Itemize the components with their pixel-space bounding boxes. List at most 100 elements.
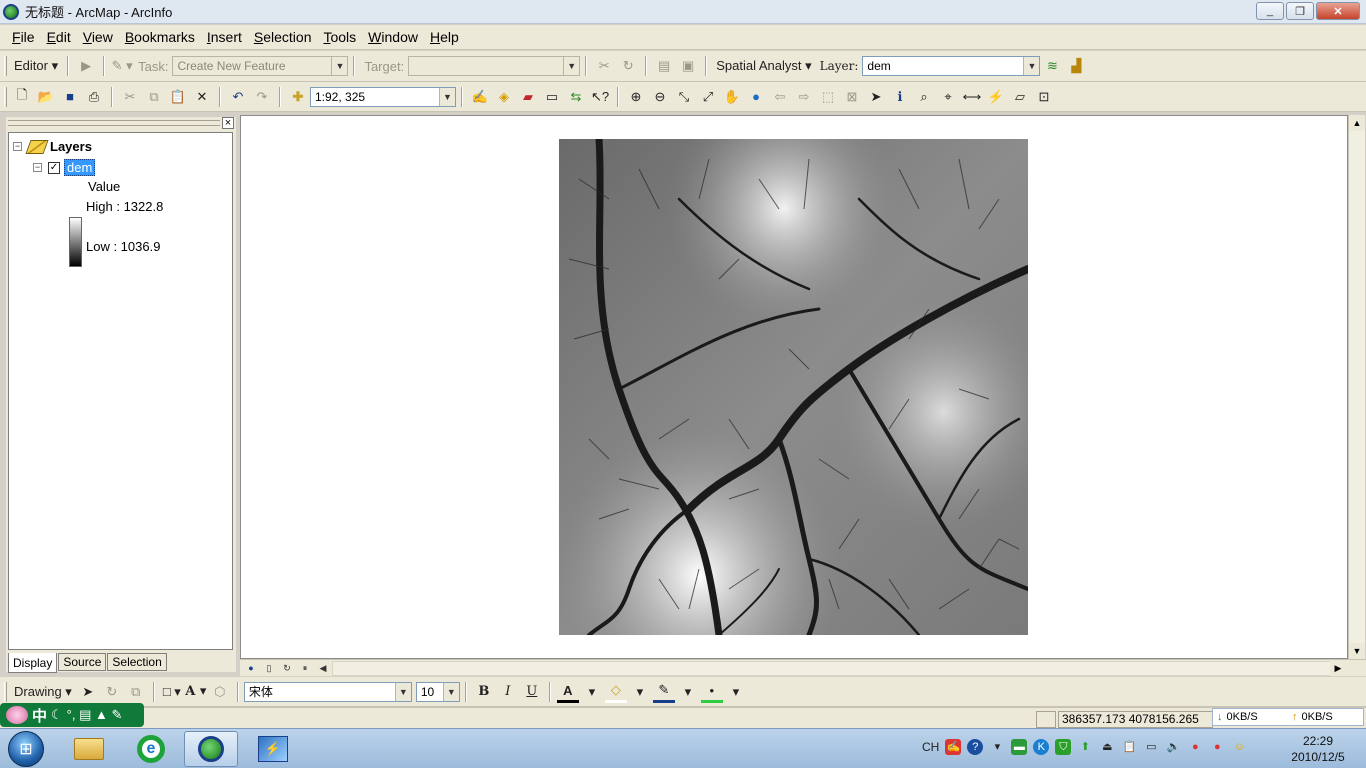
pause-drawing-icon[interactable]: ⏸ [298, 662, 312, 675]
save-icon[interactable]: ■ [59, 86, 81, 108]
start-button[interactable]: ⊞ [8, 731, 44, 767]
copy-icon[interactable]: ⧉ [143, 86, 165, 108]
hyperlink-icon[interactable]: ⚡ [985, 86, 1007, 108]
map-horizontal-scrollbar[interactable] [332, 661, 1337, 676]
minimize-button[interactable]: _ [1256, 2, 1284, 20]
layout-view-icon[interactable]: ▯ [262, 662, 276, 675]
chevron-down-icon[interactable]: ▾ [581, 681, 603, 703]
task-dropdown[interactable]: Create New Feature ▼ [172, 56, 349, 76]
drawing-menu[interactable]: Drawing ▾ [14, 684, 72, 700]
map-display[interactable] [240, 115, 1348, 659]
sketch-properties-icon[interactable]: ▣ [677, 55, 699, 77]
attributes-icon[interactable]: ▤ [653, 55, 675, 77]
measure-icon[interactable]: ⟷ [961, 86, 983, 108]
ime-moon-icon[interactable]: ☾ [51, 707, 63, 723]
chevron-down-icon[interactable]: ▾ [725, 681, 747, 703]
pan-hand-icon[interactable]: ✋ [721, 86, 743, 108]
contour-icon[interactable]: ≋ [1041, 55, 1063, 77]
menu-file[interactable]: File [6, 29, 41, 45]
taskbar-internet-explorer[interactable]: e [124, 731, 178, 767]
dem-layer-label[interactable]: dem [64, 159, 96, 176]
dem-layer-row[interactable]: − ✓ dem [33, 159, 96, 176]
menu-view[interactable]: View [77, 29, 119, 45]
scroll-down-arrow-icon[interactable]: ▼ [1349, 643, 1365, 659]
chevron-down-icon[interactable]: ▾ [677, 681, 699, 703]
volume-icon[interactable]: 🔈 [1165, 739, 1181, 755]
redo-icon[interactable]: ↷ [251, 86, 273, 108]
taskbar-arcmap[interactable] [184, 731, 238, 767]
menu-help[interactable]: Help [424, 29, 465, 45]
collapse-icon[interactable]: − [13, 142, 22, 151]
shield-icon[interactable]: ⛉ [1055, 739, 1072, 755]
rotate-tool-icon[interactable]: ↻ [617, 55, 639, 77]
bold-button[interactable]: B [473, 681, 495, 703]
close-button[interactable]: ✕ [1316, 2, 1360, 20]
cut-icon[interactable]: ✂ [119, 86, 141, 108]
rectangle-tool-icon[interactable]: □ ▾ [161, 681, 183, 703]
full-extent-globe-icon[interactable]: ● [745, 86, 767, 108]
underline-button[interactable]: U [521, 681, 543, 703]
display-icon[interactable]: ▭ [1143, 739, 1159, 755]
menu-insert[interactable]: Insert [201, 29, 248, 45]
font-dropdown[interactable]: 宋体 ▼ [243, 681, 412, 702]
refresh-icon[interactable]: ↻ [280, 662, 294, 675]
select-elements-arrow-icon[interactable]: ➤ [865, 86, 887, 108]
tab-source[interactable]: Source [58, 653, 107, 671]
zoom-whole-page-icon[interactable]: ⧉ [125, 681, 147, 703]
text-tool-icon[interactable]: A ▾ [185, 681, 207, 703]
toolbar-grip[interactable] [4, 56, 7, 76]
font-size-dropdown[interactable]: 10 ▼ [415, 681, 460, 702]
go-to-xy-icon[interactable]: ⌖ [937, 86, 959, 108]
html-popup-icon[interactable]: ▱ [1009, 86, 1031, 108]
editor-menu[interactable]: Editor ▾ [14, 58, 58, 74]
map-vertical-scrollbar[interactable]: ▲ ▼ [1348, 115, 1365, 659]
model-builder-icon[interactable]: ⇆ [565, 86, 587, 108]
font-color-icon[interactable]: A [556, 681, 579, 703]
tab-selection[interactable]: Selection [107, 653, 167, 671]
tab-display[interactable]: Display [8, 653, 58, 673]
open-folder-icon[interactable]: 📂 [35, 86, 57, 108]
layer-dropdown[interactable]: dem ▼ [862, 56, 1041, 76]
arctoolbox-icon[interactable]: ▰ [517, 86, 539, 108]
menu-window[interactable]: Window [362, 29, 424, 45]
find-binoculars-icon[interactable]: ⌕ [913, 86, 935, 108]
fixed-zoom-in-icon[interactable]: ⤡ [673, 86, 695, 108]
histogram-icon[interactable]: ▟ [1065, 55, 1087, 77]
edit-vertices-icon[interactable]: ⬡ [209, 681, 231, 703]
menu-bookmarks[interactable]: Bookmarks [119, 29, 201, 45]
ime-tray-icon[interactable]: ✍ [945, 739, 962, 755]
italic-button[interactable]: I [497, 681, 519, 703]
taskbar-arccatalog[interactable]: ⚡ [246, 731, 300, 767]
help-icon[interactable]: ? [967, 739, 984, 755]
zoom-in-icon[interactable]: ⊕ [625, 86, 647, 108]
back-arrow-icon[interactable]: ⇦ [769, 86, 791, 108]
editor-toolbar-icon[interactable]: ✍ [469, 86, 491, 108]
arccatalog-icon[interactable]: ◈ [493, 86, 515, 108]
system-clock[interactable]: 22:29 2010/12/5 [1282, 733, 1354, 765]
sketch-tool-icon[interactable]: ✎ ▾ [111, 55, 133, 77]
paste-icon[interactable]: 📋 [167, 86, 189, 108]
map-scale-dropdown[interactable]: 1:92, 325 ▼ [310, 86, 456, 107]
scroll-right-arrow-icon[interactable]: ▶ [1330, 661, 1346, 676]
clear-selection-icon[interactable]: ⊠ [841, 86, 863, 108]
data-view-icon[interactable]: ● [244, 662, 258, 675]
security-tray-icon[interactable]: K [1033, 739, 1050, 755]
scroll-left-arrow-icon[interactable]: ◀ [316, 662, 330, 675]
identify-icon[interactable]: ℹ [889, 86, 911, 108]
network-tray-icon[interactable]: ▬ [1011, 739, 1028, 755]
antivirus-icon[interactable]: ⬆ [1077, 739, 1093, 755]
target-dropdown[interactable]: ▼ [408, 56, 581, 76]
chevron-down-icon[interactable]: ▾ [629, 681, 651, 703]
usb-device-icon[interactable]: ⏏ [1099, 739, 1115, 755]
zoom-out-icon[interactable]: ⊖ [649, 86, 671, 108]
fill-color-icon[interactable]: ◇ [604, 681, 627, 703]
toc-grip[interactable] [8, 120, 220, 126]
fixed-zoom-out-icon[interactable]: ⤢ [697, 86, 719, 108]
menu-tools[interactable]: Tools [317, 29, 362, 45]
forward-arrow-icon[interactable]: ⇨ [793, 86, 815, 108]
menu-edit[interactable]: Edit [41, 29, 77, 45]
collapse-icon[interactable]: − [33, 163, 42, 172]
taskbar-explorer[interactable] [62, 731, 116, 767]
toolbar-grip[interactable] [4, 681, 7, 702]
language-indicator[interactable]: CH [922, 740, 939, 754]
